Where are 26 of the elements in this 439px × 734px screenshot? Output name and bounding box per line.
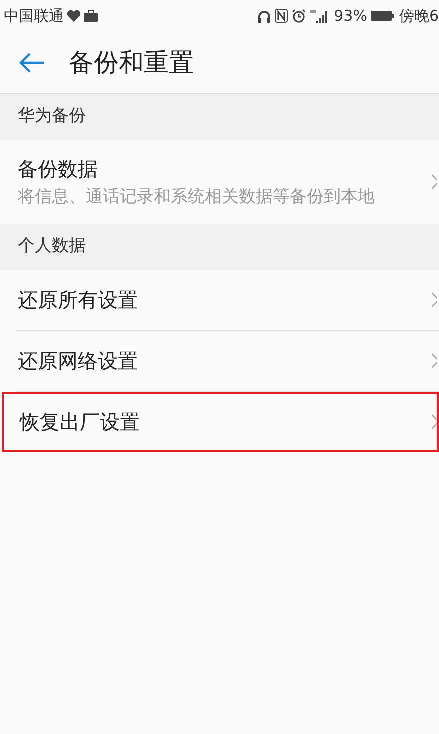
page-title: 备份和重置 [69,46,194,79]
item-description: 将信息、通话记录和系统相关数据等备份到本地 [18,186,375,209]
item-title: 备份数据 [18,156,99,183]
item-title: 恢复出厂设置 [20,409,140,436]
battery-icon [371,10,396,22]
settings-item[interactable]: 备份数据 将信息、通话记录和系统相关数据等备份到本地 [0,140,439,224]
battery-percent: 93% [334,6,368,27]
chevron-icon [432,414,437,430]
section-header: 华为备份 [18,105,86,128]
settings-item[interactable]: 还原网络设置 [0,331,439,391]
item-title: 还原网络设置 [18,348,138,375]
headphones-icon [258,10,272,22]
heart-icon [67,10,81,22]
alarm-icon [292,9,306,23]
settings-item[interactable]: 还原所有设置 [0,270,439,330]
carrier-name: 中国联通 [4,6,64,27]
chevron-icon [432,174,437,190]
item-title: 还原所有设置 [18,287,138,314]
clock-time: 傍晚6 [399,6,439,27]
nfc-icon [275,9,288,23]
back-arrow-icon[interactable] [19,52,45,74]
chevron-icon [432,353,437,369]
section-header: 个人数据 [18,235,86,258]
settings-item[interactable]: 恢复出厂设置 [2,392,439,452]
chevron-icon [432,292,437,308]
briefcase-icon [84,10,98,22]
